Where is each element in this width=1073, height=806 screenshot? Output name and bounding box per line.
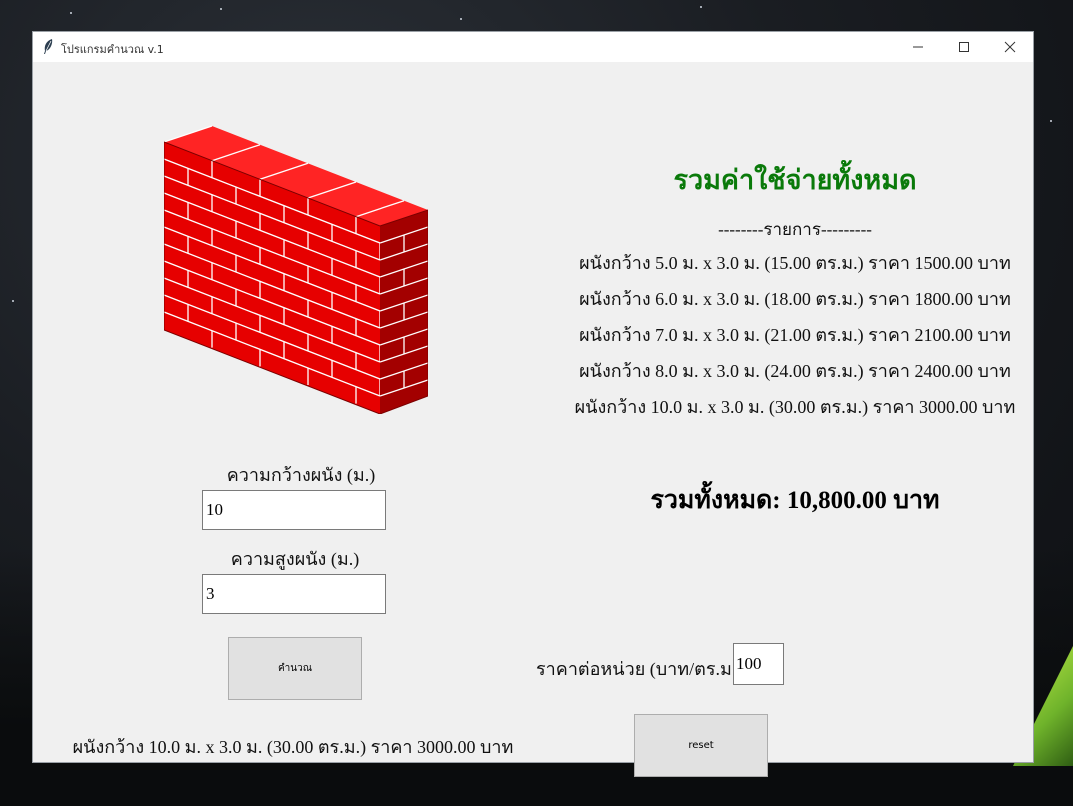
width-label: ความกว้างผนัง (ม.) (226, 465, 376, 485)
window-content: ความกว้างผนัง (ม.) ความสูงผนัง (ม.) คำนว… (33, 62, 1033, 777)
unit-price-label: ราคาต่อหน่วย (บาท/ตร.ม.) (536, 659, 743, 679)
height-label: ความสูงผนัง (ม.) (230, 549, 360, 569)
close-button[interactable] (987, 32, 1033, 62)
star (12, 300, 14, 302)
list-item: ผนังกว้าง 10.0 ม. x 3.0 ม. (30.00 ตร.ม.)… (574, 397, 1016, 417)
grand-total: รวมทั้งหมด: 10,800.00 บาท (650, 487, 940, 514)
star (220, 8, 222, 10)
list-item: ผนังกว้าง 5.0 ม. x 3.0 ม. (15.00 ตร.ม.) … (579, 253, 1011, 273)
minimize-button[interactable] (895, 32, 941, 62)
summary-title: รวมค่าใช้จ่ายทั้งหมด (673, 165, 917, 195)
minimize-icon (913, 46, 923, 48)
brick-wall-image (164, 125, 428, 414)
star (460, 18, 462, 20)
height-input[interactable] (202, 574, 386, 614)
calculate-button[interactable]: คำนวณ (228, 637, 362, 700)
list-item: ผนังกว้าง 8.0 ม. x 3.0 ม. (24.00 ตร.ม.) … (579, 361, 1011, 381)
width-input[interactable] (202, 490, 386, 530)
maximize-icon (959, 42, 969, 52)
list-item: ผนังกว้าง 6.0 ม. x 3.0 ม. (18.00 ตร.ม.) … (579, 289, 1011, 309)
close-icon (1004, 41, 1016, 53)
window-title: โปรแกรมคำนวณ v.1 (61, 43, 164, 56)
list-item: ผนังกว้าง 7.0 ม. x 3.0 ม. (21.00 ตร.ม.) … (579, 325, 1011, 345)
star (700, 6, 702, 8)
title-bar[interactable]: โปรแกรมคำนวณ v.1 (33, 32, 1033, 62)
maximize-button[interactable] (941, 32, 987, 62)
reset-button[interactable]: reset (634, 714, 768, 777)
list-header: --------รายการ--------- (718, 220, 872, 239)
star (70, 12, 72, 14)
unit-price-input[interactable] (733, 643, 784, 685)
app-window: โปรแกรมคำนวณ v.1 ความกว้างผนัง (ม.) 10 ค… (33, 32, 1033, 777)
star (1050, 120, 1052, 122)
feather-icon (42, 38, 54, 55)
result-line: ผนังกว้าง 10.0 ม. x 3.0 ม. (30.00 ตร.ม.)… (72, 737, 514, 757)
item-list: ผนังกว้าง 5.0 ม. x 3.0 ม. (15.00 ตร.ม.) … (573, 248, 1017, 428)
